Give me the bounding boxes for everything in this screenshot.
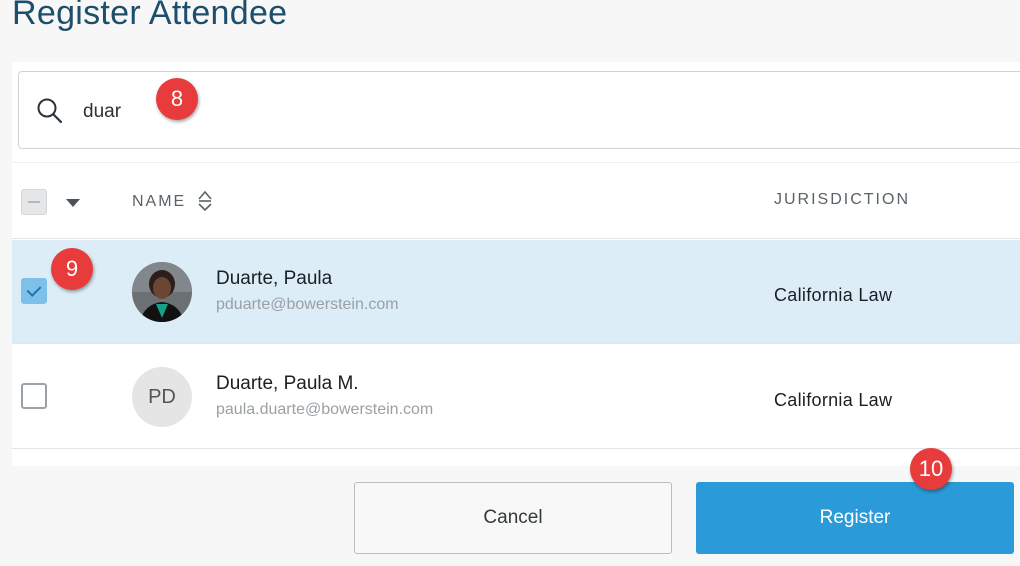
step-marker: 9 [51,248,93,290]
column-header-jurisdiction: JURISDICTION [774,191,910,208]
step-marker: 8 [156,78,198,120]
attendee-jurisdiction: California Law [774,285,893,305]
register-button[interactable]: Register [696,482,1014,554]
select-all-checkbox[interactable] [21,189,47,215]
table-header: NAME JURISDICTION [12,162,1020,239]
avatar [132,262,192,322]
step-marker: 10 [910,448,952,490]
row-checkbox[interactable] [21,383,47,409]
search-icon [37,98,63,124]
attendee-name: Duarte, Paula [216,268,333,289]
sort-icon[interactable] [196,189,214,213]
attendee-email: pduarte@bowerstein.com [216,296,399,313]
attendee-email: paula.duarte@bowerstein.com [216,401,434,418]
page-title: Register Attendee [12,0,288,32]
attendee-jurisdiction: California Law [774,390,893,410]
chevron-down-icon[interactable] [66,199,80,207]
attendee-panel: NAME JURISDICTION Duarte, Paula pduarte@… [12,62,1020,466]
attendee-name: Duarte, Paula M. [216,373,359,394]
table-row[interactable]: Duarte, Paula pduarte@bowerstein.com Cal… [12,240,1020,344]
avatar: PD [132,367,192,427]
cancel-button[interactable]: Cancel [354,482,672,554]
column-header-name[interactable]: NAME [132,193,186,211]
table-row[interactable]: PD Duarte, Paula M. paula.duarte@bowerst… [12,345,1020,449]
row-checkbox[interactable] [21,278,47,304]
